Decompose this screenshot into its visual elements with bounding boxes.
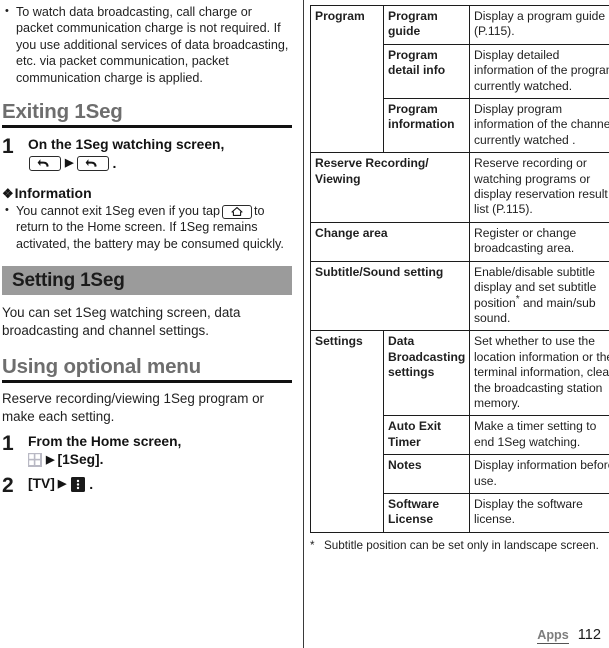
table-cell-item: Data Broadcasting settings bbox=[383, 330, 470, 417]
arrow-separator-icon: ▶ bbox=[65, 156, 74, 169]
step-period: . bbox=[89, 476, 94, 493]
information-bullet-list: You cannot exit 1Seg even if you tap to … bbox=[2, 202, 292, 252]
list-item: You cannot exit 1Seg even if you tap to … bbox=[2, 202, 292, 252]
section-band-setting-1seg: Setting 1Seg bbox=[2, 266, 292, 296]
column-divider bbox=[303, 0, 304, 648]
table-cell-item: Subtitle/Sound setting bbox=[310, 260, 470, 332]
heading-text: Exiting 1Seg bbox=[2, 100, 123, 124]
arrow-separator-icon: ▶ bbox=[46, 453, 55, 466]
table-row: Settings Data Broadcasting settings Set … bbox=[310, 330, 609, 533]
step-tv-label: [TV] bbox=[28, 476, 55, 492]
table-row: Subtitle/Sound setting Enable/disable su… bbox=[310, 260, 609, 332]
table-cell-description: Enable/disable subtitle display and set … bbox=[469, 260, 609, 332]
optional-menu-paragraph: Reserve recording/viewing 1Seg program o… bbox=[2, 391, 264, 424]
table-cell-description: Display a program guide (P.115). bbox=[469, 5, 609, 45]
step-content: [TV] ▶ . bbox=[28, 475, 292, 493]
step-number: 1 bbox=[2, 135, 14, 159]
step-text: From the Home screen, bbox=[28, 434, 182, 450]
footnote-text: Subtitle position can be set only in lan… bbox=[324, 539, 599, 552]
top-bullet-list: To watch data broadcasting, call charge … bbox=[2, 3, 292, 86]
table-cell-description: Display the software license. bbox=[469, 492, 609, 533]
table-cell-item: Reserve Recording/ Viewing bbox=[310, 152, 470, 223]
table-cell-item: Change area bbox=[310, 221, 470, 262]
heading-using-optional-menu: Using optional menu bbox=[2, 354, 292, 384]
arrow-separator-icon: ▶ bbox=[57, 477, 67, 490]
information-heading: ❖ Information bbox=[2, 185, 292, 201]
page-footer: Apps 112 bbox=[537, 627, 601, 644]
step-key-sequence: ▶ . bbox=[28, 154, 292, 172]
app-drawer-icon bbox=[28, 453, 42, 468]
list-item: To watch data broadcasting, call charge … bbox=[2, 3, 292, 86]
table-footnote: * Subtitle position can be set only in l… bbox=[310, 538, 602, 553]
step-period: . bbox=[112, 155, 117, 172]
optional-menu-table: Program Program guide Display a program … bbox=[310, 4, 609, 533]
table-cell-description: Display information before use. bbox=[469, 454, 609, 494]
home-key-icon bbox=[221, 204, 252, 219]
back-key-icon bbox=[77, 155, 110, 171]
heading-text: Using optional menu bbox=[2, 355, 201, 379]
overflow-menu-icon bbox=[71, 476, 86, 492]
table-cell-description: Display program information of the chann… bbox=[469, 98, 609, 154]
step-target-label: [1Seg]. bbox=[57, 452, 104, 468]
table-cell-item: Notes bbox=[383, 454, 470, 494]
footer-section-label: Apps bbox=[537, 628, 569, 644]
table-cell-description: Make a timer setting to end 1Seg watchin… bbox=[469, 415, 609, 456]
table-row: Program Program guide Display a program … bbox=[310, 4, 609, 154]
step-exit-1seg: 1 On the 1Seg watching screen, ▶ . bbox=[2, 136, 292, 172]
table-row: Change area Register or change broadcast… bbox=[310, 221, 609, 262]
information-title: Information bbox=[14, 185, 92, 202]
diamond-icon: ❖ bbox=[2, 185, 14, 201]
step-tv-menu: 2 [TV] ▶ . bbox=[2, 474, 292, 498]
step-number: 1 bbox=[2, 432, 14, 456]
step-from-home-screen: 1 From the Home screen, ▶ [1Seg]. bbox=[2, 433, 292, 469]
table-cell-item: Software License bbox=[383, 492, 470, 533]
step-content: On the 1Seg watching screen, ▶ . bbox=[28, 136, 292, 172]
footer-page-number: 112 bbox=[577, 627, 601, 643]
step-content: From the Home screen, ▶ [1Seg]. bbox=[28, 433, 292, 469]
step-text: On the 1Seg watching screen, bbox=[28, 137, 225, 153]
manual-page: To watch data broadcasting, call charge … bbox=[0, 0, 609, 648]
table-cell-item: Program detail info bbox=[383, 43, 470, 100]
info-text-part1: You cannot exit 1Seg even if you tap bbox=[16, 204, 220, 219]
back-key-icon bbox=[29, 155, 61, 171]
step-key-sequence: [TV] ▶ . bbox=[28, 475, 292, 493]
table-row: Reserve Recording/ Viewing Reserve recor… bbox=[310, 152, 609, 223]
setting-1seg-paragraph: You can set 1Seg watching screen, data b… bbox=[2, 305, 241, 338]
table-cell-item: Program information bbox=[383, 98, 470, 154]
table-cell-item: Program guide bbox=[383, 5, 470, 45]
band-title: Setting 1Seg bbox=[12, 269, 125, 291]
footnote-marker: * bbox=[310, 539, 315, 552]
table-cell-group: Program bbox=[310, 4, 384, 154]
step-key-sequence: ▶ [1Seg]. bbox=[28, 451, 292, 469]
table-cell-description: Display detailed information of the prog… bbox=[469, 43, 609, 100]
table-cell-description: Register or change broadcasting area. bbox=[469, 221, 609, 262]
right-column: Program Program guide Display a program … bbox=[310, 4, 609, 533]
step-number: 2 bbox=[2, 474, 14, 498]
table-cell-description: Set whether to use the location informat… bbox=[469, 330, 609, 417]
left-column: To watch data broadcasting, call charge … bbox=[0, 0, 292, 498]
heading-exiting-1seg: Exiting 1Seg bbox=[2, 99, 292, 129]
table-cell-item: Auto Exit Timer bbox=[383, 415, 470, 456]
table-cell-group: Settings bbox=[310, 330, 384, 533]
table-cell-description: Reserve recording or watching programs o… bbox=[469, 152, 609, 223]
